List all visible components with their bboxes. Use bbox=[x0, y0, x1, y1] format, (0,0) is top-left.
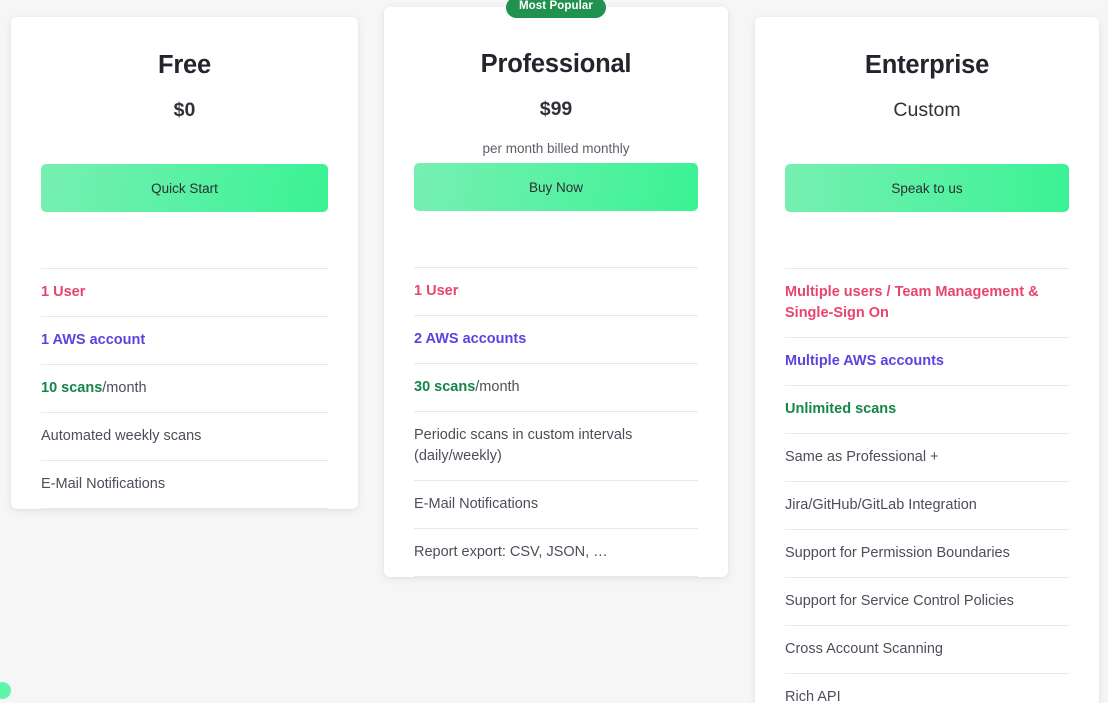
feature-highlight: 1 User bbox=[414, 283, 459, 299]
cta-slot-enterprise: Speak to us bbox=[785, 142, 1069, 212]
feature-item: Report export: CSV, JSON, … bbox=[414, 528, 698, 578]
feature-highlight: Unlimited scans bbox=[785, 401, 897, 418]
feature-item: Jira/GitHub/GitLab Integration bbox=[785, 481, 1069, 529]
feature-text: Jira/GitHub/GitLab Integration bbox=[785, 497, 977, 514]
plan-name-free: Free bbox=[157, 51, 212, 79]
quick-start-button[interactable]: Quick Start bbox=[41, 164, 328, 212]
feature-text: Rich API bbox=[785, 689, 841, 703]
plan-card-enterprise: Enterprise Custom Speak to us Multiple u… bbox=[755, 17, 1099, 703]
most-popular-badge: Most Popular bbox=[505, 0, 607, 18]
buy-now-button[interactable]: Buy Now bbox=[414, 163, 698, 211]
feature-list-free: 1 User 1 AWS account 10 scans/month Automat… bbox=[41, 268, 328, 510]
feature-spacer bbox=[785, 212, 1069, 268]
feature-spacer bbox=[414, 211, 698, 267]
feature-item: Rich API bbox=[785, 673, 1069, 703]
feature-text: Cross Account Scanning bbox=[785, 641, 943, 658]
feature-item: Periodic scans in custom intervals (dail… bbox=[414, 411, 698, 480]
speak-to-us-button[interactable]: Speak to us bbox=[785, 164, 1069, 212]
feature-highlight: 10 scans bbox=[41, 380, 103, 397]
plan-price-free: $0 bbox=[173, 99, 196, 121]
plan-card-free: Free $0 Quick Start 1 User 1 AWS account 1… bbox=[11, 17, 358, 510]
feature-item: 30 scans/month bbox=[414, 363, 698, 411]
feature-text: Support for Service Control Policies bbox=[785, 593, 1014, 610]
plan-billing-professional: per month billed monthly bbox=[482, 141, 630, 156]
feature-text: Support for Permission Boundaries bbox=[785, 545, 1010, 562]
feature-item: Cross Account Scanning bbox=[785, 625, 1069, 673]
feature-item: Unlimited scans bbox=[785, 385, 1069, 433]
feature-item: Automated weekly scans bbox=[41, 412, 328, 460]
pricing-page: Free $0 Quick Start 1 User 1 AWS account 1… bbox=[0, 0, 1108, 703]
plan-price-professional: $99 bbox=[539, 98, 573, 120]
feature-text: /month bbox=[102, 380, 147, 397]
feature-item: Same as Professional + bbox=[785, 433, 1069, 481]
feature-text: Same as Professional + bbox=[785, 449, 939, 466]
feature-highlight: Multiple AWS accounts bbox=[785, 353, 944, 370]
feature-item: E-Mail Notifications bbox=[414, 480, 698, 528]
feature-item: Multiple users / Team Management & Singl… bbox=[785, 268, 1069, 337]
feature-item: Support for Permission Boundaries bbox=[785, 529, 1069, 577]
feature-item: 10 scans/month bbox=[41, 364, 328, 412]
feature-list-professional: 1 User 2 AWS accounts 30 scans/month Period… bbox=[414, 267, 698, 578]
feature-highlight: 30 scans bbox=[414, 379, 476, 396]
feature-item: 1 AWS account bbox=[41, 316, 328, 364]
feature-highlight: 2 AWS accounts bbox=[414, 331, 527, 348]
feature-text: /month bbox=[475, 379, 520, 396]
feature-spacer bbox=[41, 212, 328, 268]
feature-item: 1 User bbox=[41, 268, 328, 316]
plan-card-professional: Most Popular Professional $99 per month … bbox=[384, 0, 728, 578]
feature-item: Support for Service Control Policies bbox=[785, 577, 1069, 625]
feature-text: Automated weekly scans bbox=[41, 428, 202, 445]
feature-text: Periodic scans in custom intervals (dail… bbox=[414, 427, 633, 465]
plan-price-enterprise: Custom bbox=[893, 99, 961, 121]
feature-text: E-Mail Notifications bbox=[41, 476, 166, 493]
plan-name-professional: Professional bbox=[480, 50, 632, 78]
feature-item: E-Mail Notifications bbox=[41, 460, 328, 510]
feature-item: 1 User bbox=[414, 267, 698, 315]
cta-slot-free: Quick Start bbox=[41, 142, 328, 212]
feature-item: 2 AWS accounts bbox=[414, 315, 698, 363]
decorative-dot bbox=[0, 682, 11, 699]
feature-highlight: 1 AWS account bbox=[41, 332, 146, 349]
feature-item: Multiple AWS accounts bbox=[785, 337, 1069, 385]
feature-text: E-Mail Notifications bbox=[414, 496, 539, 513]
plan-name-enterprise: Enterprise bbox=[864, 51, 990, 79]
feature-highlight: Multiple users / Team Management & Singl… bbox=[785, 284, 1039, 322]
feature-list-enterprise: Multiple users / Team Management & Singl… bbox=[785, 268, 1069, 703]
feature-text: Report export: CSV, JSON, … bbox=[414, 544, 608, 561]
feature-highlight: 1 User bbox=[41, 284, 86, 300]
